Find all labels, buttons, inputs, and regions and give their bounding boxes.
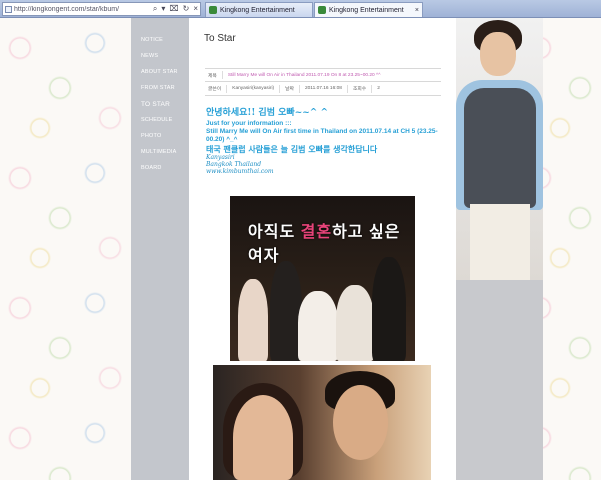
left-nav: NOTICE NEWS ABOUT STAR FROM STAR TO STAR… [131, 18, 189, 480]
tab-close-icon[interactable]: × [412, 7, 422, 14]
post-subject: Still Marry Me will On Air in Thailand 2… [227, 72, 381, 78]
poster-figure [336, 285, 374, 361]
page-title: To Star [204, 33, 236, 44]
poster-title-b: 결혼 [300, 224, 333, 241]
signature-site: www.kimbumthai.com [206, 168, 274, 175]
poster-figure [238, 279, 268, 361]
post-info-line-2: Still Marry Me will On Air first time in… [206, 128, 438, 143]
post-info-line-1: Just for your information ::: [206, 120, 292, 127]
subject-label: 제목 [208, 73, 217, 79]
nav-item-news[interactable]: NEWS [141, 53, 158, 59]
address-bar[interactable]: http://kingkongent.com/star/kbum/ ⌕ ▾ ⌧ … [2, 2, 201, 16]
meta-subject-row: 제목 Still Marry Me will On Air in Thailan… [205, 68, 441, 82]
post-greeting: 안녕하세요!! 김범 오빠~~^ ^ [206, 108, 328, 118]
search-icon[interactable]: ⌕ [151, 3, 159, 15]
nav-item-notice[interactable]: NOTICE [141, 37, 163, 43]
post-views: 2 [377, 86, 380, 91]
date-label: 날짜 [285, 87, 294, 92]
tab-label: Kingkong Entertainment [220, 6, 295, 14]
nav-item-board[interactable]: BOARD [141, 165, 162, 171]
main-content: To Star 제목 Still Marry Me will On Air in… [189, 18, 456, 480]
tab-kingkong-1[interactable]: Kingkong Entertainment [205, 2, 313, 17]
divider [371, 84, 373, 93]
signature-city: Bangkok Thailand [206, 161, 262, 168]
post-meta-table: 제목 Still Marry Me will On Air in Thailan… [205, 68, 441, 96]
poster-figure [298, 291, 338, 361]
photo-figure [470, 204, 530, 280]
divider [298, 84, 300, 93]
right-panel [456, 280, 543, 480]
url-text[interactable]: http://kingkongent.com/star/kbum/ [3, 6, 151, 13]
dropdown-icon[interactable]: ▾ [159, 3, 167, 15]
post-author[interactable]: Kanyasiri(kanyasiri) [229, 86, 277, 91]
divider [221, 71, 223, 79]
refresh-icon[interactable]: ↻ [181, 3, 192, 15]
page-background: NOTICE NEWS ABOUT STAR FROM STAR TO STAR… [0, 18, 601, 480]
divider [346, 84, 348, 93]
nav-item-to-star[interactable]: TO STAR [141, 101, 170, 108]
photo-figure [480, 32, 516, 76]
compat-icon[interactable]: ⌧ [167, 3, 180, 15]
tab-favicon-icon [209, 6, 217, 14]
signature-name: Kanyasiri [206, 154, 235, 161]
drama-poster-image: 아직도 결혼하고 싶은 여자 [230, 196, 415, 361]
poster-figure [372, 257, 406, 361]
page-icon [5, 6, 12, 13]
post-date: 2011.07.16 16:08 [304, 86, 342, 91]
divider [226, 84, 228, 93]
drama-still-image [213, 365, 431, 480]
tab-kingkong-2[interactable]: Kingkong Entertainment × [314, 2, 423, 17]
tab-label: Kingkong Entertainment [329, 6, 404, 14]
views-label: 조회수 [352, 87, 367, 92]
nav-item-multimedia[interactable]: MULTIMEDIA [141, 149, 177, 155]
close-icon[interactable]: × [191, 3, 200, 15]
photo-figure [464, 88, 536, 208]
star-photo [456, 18, 543, 280]
author-label: 글쓴이 [208, 87, 222, 92]
nav-item-schedule[interactable]: SCHEDULE [141, 117, 173, 123]
divider [279, 84, 281, 93]
still-figure [333, 385, 388, 460]
nav-item-about-star[interactable]: ABOUT STAR [141, 69, 178, 75]
browser-chrome: http://kingkongent.com/star/kbum/ ⌕ ▾ ⌧ … [0, 0, 601, 18]
post-body: 안녕하세요!! 김범 오빠~~^ ^ Just for your informa… [206, 108, 446, 175]
meta-info-row: 글쓴이 Kanyasiri(kanyasiri) 날짜 2011.07.16 1… [205, 82, 441, 96]
still-figure [233, 395, 293, 480]
poster-title-a: 아직도 [248, 224, 301, 241]
post-fanclub-line: 태국 팬클럽 사람들은 늘 김범 오빠를 생각한답니다 [206, 144, 378, 154]
nav-item-photo[interactable]: PHOTO [141, 133, 161, 139]
nav-item-from-star[interactable]: FROM STAR [141, 85, 175, 91]
tab-favicon-icon [318, 6, 326, 14]
